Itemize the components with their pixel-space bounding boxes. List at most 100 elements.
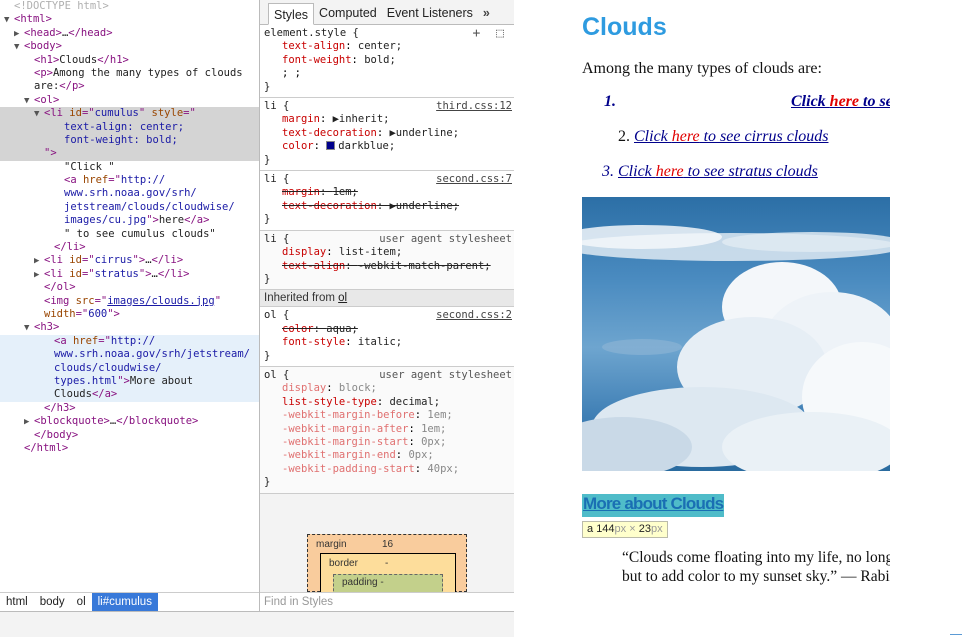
style-property[interactable]: font-weight: bold;: [264, 54, 510, 67]
dom-token: 600: [88, 307, 108, 320]
dom-token: </li>: [151, 254, 184, 267]
property-editor-cursor[interactable]: ; ;: [264, 67, 510, 80]
find-in-styles-input[interactable]: Find in Styles: [260, 592, 514, 611]
breadcrumb-body[interactable]: body: [34, 593, 71, 612]
style-property[interactable]: font-style: italic;: [264, 336, 510, 349]
style-property[interactable]: color: aqua;: [264, 323, 510, 336]
cirrus-link[interactable]: Click here to see cirrus clouds: [634, 128, 828, 145]
tabs-overflow-chevron-icon[interactable]: »: [478, 2, 495, 24]
css-rule[interactable]: li {second.css:7 margin: 1em; text-decorat…: [260, 171, 514, 231]
dom-node-line[interactable]: </ol>: [0, 281, 259, 294]
dom-node-line[interactable]: </html>: [0, 442, 259, 455]
rule-source-link[interactable]: second.css:2: [436, 309, 512, 322]
dom-node-line[interactable]: ▼ <ol>: [0, 94, 259, 107]
resize-handle[interactable]: [950, 634, 962, 635]
new-rule-and-toggle-state-icons[interactable]: + ⬚: [473, 27, 508, 41]
dom-node-line[interactable]: <h1>Clouds</h1>: [0, 54, 259, 67]
tab-styles[interactable]: Styles: [268, 3, 315, 25]
dom-token: =": [108, 174, 121, 187]
dom-node-line[interactable]: text-align: center;: [0, 120, 259, 134]
tab-computed[interactable]: Computed: [314, 2, 382, 24]
expand-triangle-closed-icon[interactable]: ▶: [34, 269, 44, 282]
dom-node-line[interactable]: <img src="images/clouds.jpg": [0, 295, 259, 308]
style-property[interactable]: margin: 1em;: [264, 186, 510, 199]
expand-triangle-closed-icon[interactable]: ▶: [14, 28, 24, 41]
dom-node-line[interactable]: images/cu.jpg">here</a>: [0, 214, 259, 227]
breadcrumb-ol[interactable]: ol: [71, 593, 92, 612]
css-rule[interactable]: li {user agent stylesheet display: list-i…: [260, 230, 514, 291]
style-property[interactable]: text-align: center;: [264, 40, 510, 53]
expand-triangle-open-icon[interactable]: ▼: [24, 322, 34, 335]
breadcrumb-li-cumulus[interactable]: li#cumulus: [91, 592, 158, 612]
dom-node-line[interactable]: ▼ <h3>: [0, 321, 259, 334]
dom-node-line[interactable]: </li>: [0, 241, 259, 254]
style-property[interactable]: text-align: -webkit-match-parent;: [264, 260, 510, 273]
dom-node-line[interactable]: ▶ <li id="cirrus">…</li>: [0, 254, 259, 267]
rule-source-link[interactable]: third.css:12: [436, 100, 512, 113]
element-style-rule[interactable]: element.style { + ⬚ text-align: center; …: [260, 25, 514, 99]
style-property[interactable]: text-decoration: ▶underline;: [264, 127, 510, 140]
dom-node-line[interactable]: www.srh.noaa.gov/srh/: [0, 187, 259, 200]
inherited-from-link[interactable]: ol: [338, 292, 347, 304]
dom-node-line[interactable]: clouds/cloudwise/: [0, 361, 259, 375]
style-property[interactable]: -webkit-margin-end: 0px;: [264, 449, 510, 462]
css-rule[interactable]: ol {second.css:2 color: aqua; font-style: …: [260, 307, 514, 367]
box-model-border-value[interactable]: -: [385, 558, 388, 569]
dom-node-line[interactable]: jetstream/clouds/cloudwise/: [0, 201, 259, 214]
style-property[interactable]: text-decoration: ▶underline;: [264, 200, 510, 213]
dom-token: stratus: [94, 267, 139, 280]
tab-event-listeners[interactable]: Event Listeners: [382, 2, 478, 24]
dom-node-line[interactable]: </h3>: [0, 402, 259, 415]
dom-node-line[interactable]: font-weight: bold;: [0, 133, 259, 148]
expand-triangle-open-icon[interactable]: ▼: [14, 41, 24, 54]
dom-node-line[interactable]: ▶ <blockquote>…</blockquote>: [0, 415, 259, 428]
dom-node-line[interactable]: www.srh.noaa.gov/srh/jetstream/: [0, 348, 259, 362]
style-property[interactable]: -webkit-margin-before: 1em;: [264, 409, 510, 422]
style-property[interactable]: -webkit-padding-start: 40px;: [264, 463, 510, 476]
style-property[interactable]: display: block;: [264, 382, 510, 395]
more-about-clouds-link[interactable]: More about Clouds: [582, 494, 725, 517]
stratus-link[interactable]: Click here to see stratus clouds: [618, 163, 818, 180]
expand-triangle-closed-icon[interactable]: ▶: [34, 255, 44, 268]
expand-triangle-open-icon[interactable]: ▼: [34, 108, 44, 121]
style-property[interactable]: margin: ▶inherit;: [264, 113, 510, 126]
dom-node-line[interactable]: "Click ": [0, 161, 259, 174]
css-rule[interactable]: ol {user agent stylesheet display: block;…: [260, 366, 514, 494]
dom-node-line[interactable]: are:</p>: [0, 80, 259, 93]
box-model-margin-value[interactable]: 16: [382, 539, 393, 550]
dom-node-line[interactable]: ">: [0, 147, 259, 161]
style-property[interactable]: -webkit-margin-after: 1em;: [264, 423, 510, 436]
dom-token: </blockquote>: [116, 415, 199, 428]
rule-source-link[interactable]: second.css:7: [436, 173, 512, 186]
dom-node-line[interactable]: <a href="http://: [0, 174, 259, 187]
dom-node-line[interactable]: <!DOCTYPE html>: [0, 0, 259, 13]
dom-node-line[interactable]: <p>Among the many types of clouds: [0, 67, 259, 80]
dom-node-line[interactable]: ▶ <head>…</head>: [0, 27, 259, 40]
dom-node-line[interactable]: </body>: [0, 429, 259, 442]
dom-node-line[interactable]: <a href="http://: [0, 334, 259, 349]
dom-token: </ol>: [44, 281, 76, 294]
expand-triangle-open-icon[interactable]: ▼: [4, 14, 14, 27]
css-rule[interactable]: li {third.css:12 margin: ▶inherit; text-de…: [260, 98, 514, 172]
style-property[interactable]: color: darkblue;: [264, 140, 510, 153]
expand-triangle-closed-icon[interactable]: ▶: [24, 416, 34, 429]
inherited-from-header: Inherited from ol: [260, 290, 514, 308]
dom-node-line[interactable]: ▼ <li id="cumulus" style=": [0, 107, 259, 121]
style-property[interactable]: list-style-type: decimal;: [264, 396, 510, 409]
dom-node-line[interactable]: ▼ <html>: [0, 13, 259, 26]
style-property[interactable]: display: list-item;: [264, 246, 510, 259]
dom-token: <body>: [24, 40, 62, 53]
color-swatch-icon[interactable]: [326, 141, 336, 151]
dom-node-line[interactable]: Clouds</a>: [0, 388, 259, 402]
dom-node-line[interactable]: ▼ <body>: [0, 40, 259, 53]
styles-pane: Styles Computed Event Listeners » elemen…: [260, 0, 514, 611]
dom-node-line[interactable]: " to see cumulus clouds": [0, 228, 259, 241]
dom-node-line[interactable]: ▶ <li id="stratus">…</li>: [0, 268, 259, 281]
dom-node-line[interactable]: width="600">: [0, 308, 259, 321]
expand-triangle-open-icon[interactable]: ▼: [24, 95, 34, 108]
style-property[interactable]: -webkit-margin-start: 0px;: [264, 436, 510, 449]
breadcrumb: html body ol li#cumulus: [0, 592, 259, 612]
elements-dom-tree[interactable]: <!DOCTYPE html> ▼ <html> ▶ <head>…</head> ▼ <b…: [0, 0, 259, 592]
breadcrumb-html[interactable]: html: [0, 593, 34, 612]
dom-node-line[interactable]: types.html">More about: [0, 374, 259, 389]
